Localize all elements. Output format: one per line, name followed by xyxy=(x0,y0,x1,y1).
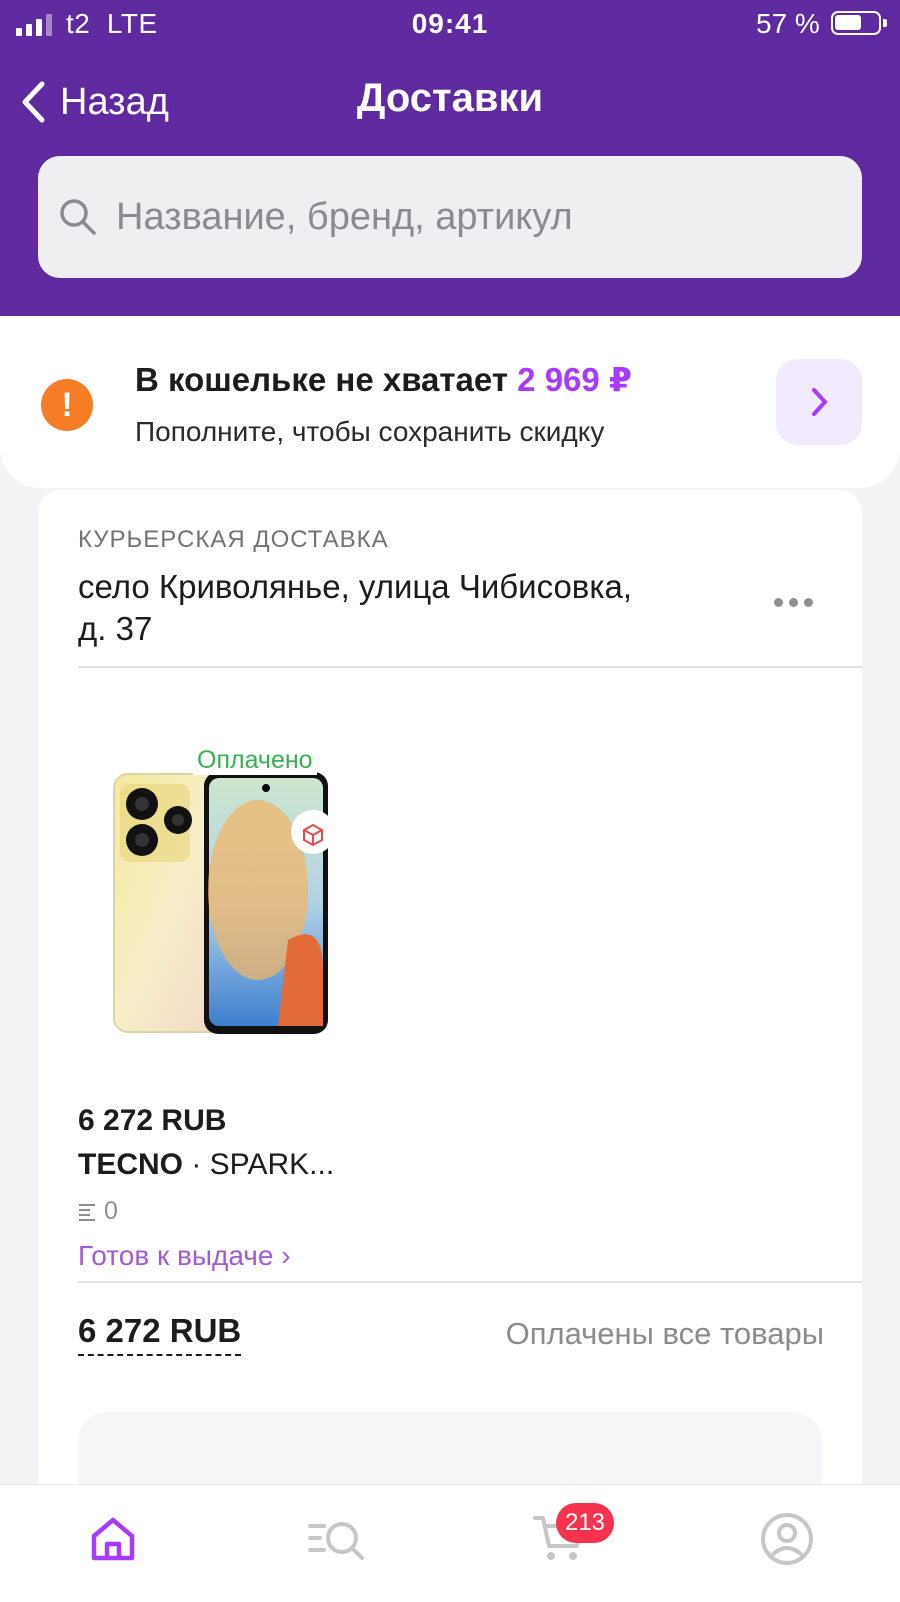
delivery-type: КУРЬЕРСКАЯ ДОСТАВКА xyxy=(78,526,389,553)
page-title: Доставки xyxy=(356,76,544,120)
paid-badge: Оплачено xyxy=(193,746,317,775)
wallet-notice[interactable]: ! В кошельке не хватает 2 969 ₽ Пополнит… xyxy=(0,316,900,488)
tab-home[interactable] xyxy=(81,1507,145,1571)
warning-icon: ! xyxy=(41,379,93,431)
tab-profile[interactable] xyxy=(755,1507,819,1571)
item-status-link[interactable]: Готов к выдаче › xyxy=(78,1240,291,1272)
more-options-button[interactable] xyxy=(774,598,813,607)
wallet-amount: 2 969 ₽ xyxy=(517,361,632,398)
wallet-open-button[interactable] xyxy=(776,359,862,445)
battery-percent: 57 % xyxy=(756,8,820,39)
home-icon xyxy=(91,1517,135,1561)
delivery-address: село Криволянье, улица Чибисовка, д. 37 xyxy=(78,568,633,647)
dot-icon xyxy=(789,598,798,607)
item-brand: TECNO xyxy=(78,1148,183,1181)
divider xyxy=(78,666,862,668)
item-price: 6 272 RUB xyxy=(78,1104,227,1137)
wallet-title: В кошельке не хватает 2 969 ₽ xyxy=(135,361,632,398)
divider xyxy=(78,1281,862,1283)
catalog-search-icon xyxy=(308,1522,364,1560)
battery-icon xyxy=(831,11,887,35)
item-name[interactable]: TECNO · SPARK... xyxy=(78,1148,334,1182)
payment-status: Оплачены все товары xyxy=(505,1316,824,1351)
header: t2 LTE 09:41 57 % Назад Доставки xyxy=(0,0,900,316)
profile-icon xyxy=(761,1513,813,1565)
list-icon xyxy=(79,1203,95,1221)
tab-catalog[interactable] xyxy=(304,1507,368,1571)
search-bar[interactable] xyxy=(38,156,862,278)
tab-bar xyxy=(0,1484,900,1602)
chevron-right-icon xyxy=(812,388,827,416)
dot-icon xyxy=(804,598,813,607)
product-image[interactable] xyxy=(108,770,338,1038)
search-icon xyxy=(60,199,96,235)
status-bar: t2 LTE 09:41 57 % xyxy=(0,0,900,50)
total-amount[interactable]: 6 272 RUB xyxy=(78,1312,242,1356)
phone-image xyxy=(113,772,335,1034)
item-model: · SPARK... xyxy=(191,1148,335,1181)
wallet-subtitle: Пополните, чтобы сохранить скидку xyxy=(135,416,605,447)
delivery-card: КУРЬЕРСКАЯ ДОСТАВКА село Криволянье, ули… xyxy=(38,490,862,1492)
dot-icon xyxy=(774,598,783,607)
search-input[interactable] xyxy=(114,194,818,240)
item-quantity: 0 xyxy=(78,1197,118,1226)
cart-badge: 213 xyxy=(556,1503,614,1543)
next-card-preview xyxy=(78,1412,822,1492)
